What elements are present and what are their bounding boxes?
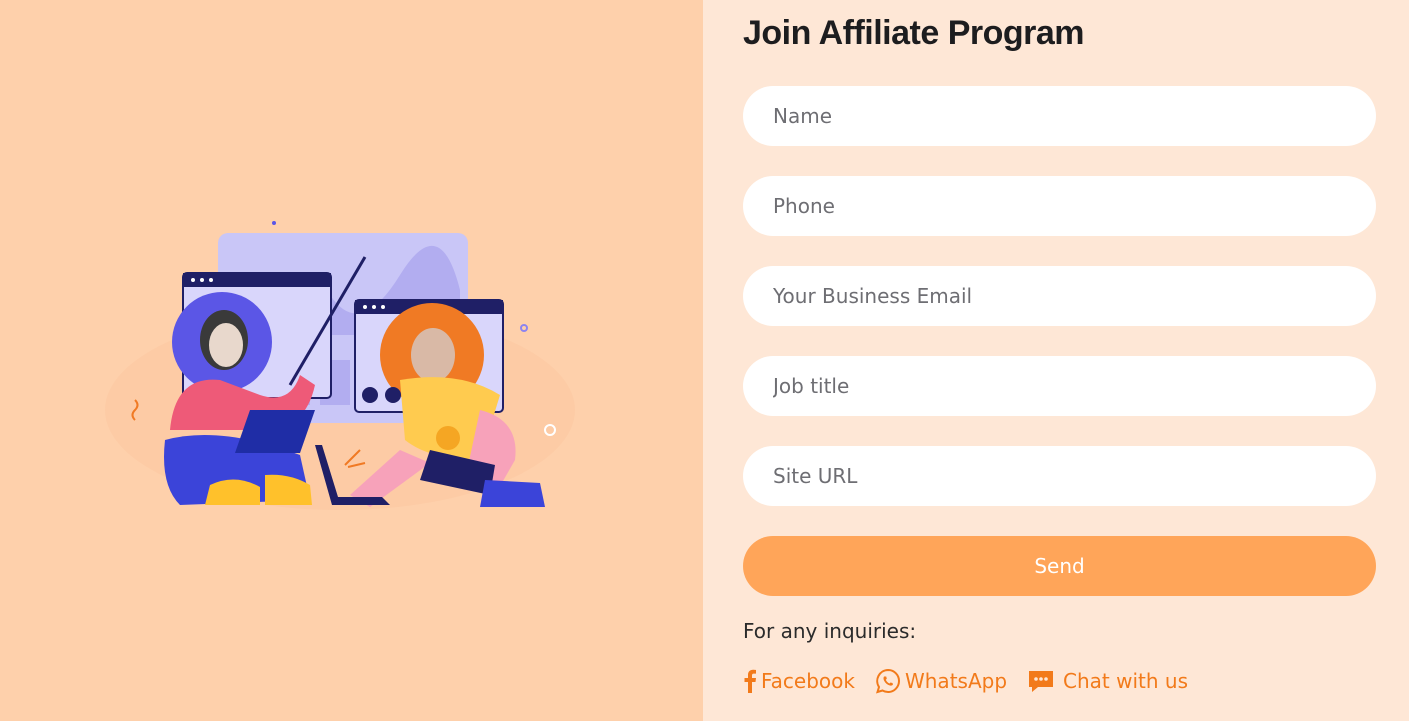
job-title-input[interactable] bbox=[743, 356, 1376, 416]
facebook-link[interactable]: Facebook bbox=[743, 669, 855, 693]
name-input[interactable] bbox=[743, 86, 1376, 146]
chat-icon bbox=[1029, 671, 1054, 692]
phone-input[interactable] bbox=[743, 176, 1376, 236]
business-email-input[interactable] bbox=[743, 266, 1376, 326]
facebook-label: Facebook bbox=[761, 669, 855, 693]
facebook-icon bbox=[744, 669, 756, 693]
whatsapp-link[interactable]: WhatsApp bbox=[875, 668, 1007, 694]
left-panel bbox=[0, 0, 703, 721]
inquiries-label: For any inquiries: bbox=[743, 619, 917, 643]
video-call-illustration bbox=[105, 221, 575, 510]
send-button[interactable]: Send bbox=[743, 536, 1376, 596]
contact-links: Facebook WhatsApp Chat with us bbox=[743, 666, 1208, 696]
affiliate-form-panel: Join Affiliate Program Send For any inqu… bbox=[703, 0, 1409, 721]
whatsapp-icon bbox=[875, 668, 900, 694]
page-title: Join Affiliate Program bbox=[743, 14, 1085, 52]
chat-link[interactable]: Chat with us bbox=[1027, 668, 1188, 694]
whatsapp-label: WhatsApp bbox=[904, 669, 1008, 693]
chat-label: Chat with us bbox=[1063, 669, 1189, 693]
site-url-input[interactable] bbox=[743, 446, 1376, 506]
